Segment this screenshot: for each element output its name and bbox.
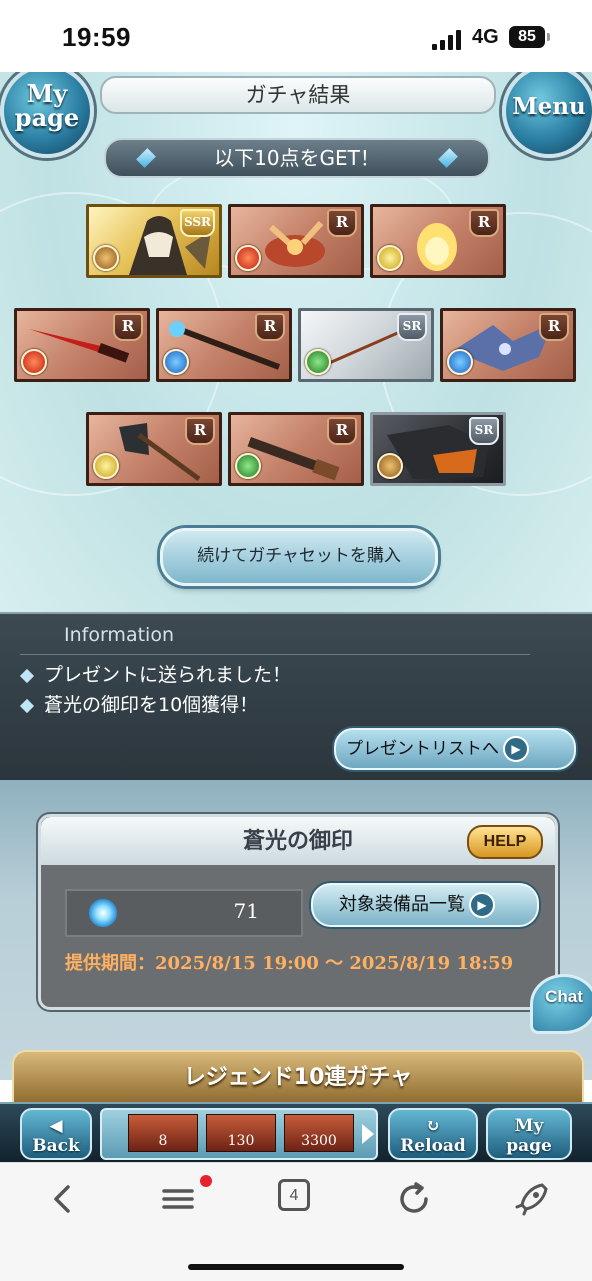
water-element-icon xyxy=(447,349,473,375)
seal-star-icon xyxy=(89,899,117,927)
chevron-right-icon[interactable] xyxy=(362,1124,374,1144)
signal-icon xyxy=(432,30,462,50)
rarity-badge: R xyxy=(255,313,285,341)
reload-icon: ↻ xyxy=(425,1116,441,1136)
wind-element-icon xyxy=(235,453,261,479)
back-button[interactable]: ◀ Back xyxy=(20,1108,92,1160)
earth-element-icon xyxy=(377,453,403,479)
gacha-result-panel: ガチャ結果 My page Menu 以下10点をGET！ SSR R R R … xyxy=(0,72,592,612)
result-item[interactable]: SSR xyxy=(86,204,222,278)
mypage-nav-button[interactable]: My page xyxy=(486,1108,572,1160)
legend-gacha-banner[interactable]: レジェンド10連ガチャ xyxy=(12,1050,584,1106)
info-message: プレゼントに送られました！ xyxy=(19,660,292,687)
rarity-badge: R xyxy=(185,417,215,445)
info-message-text: プレゼントに送られました！ xyxy=(44,664,292,686)
present-list-label: プレゼントリストへ xyxy=(346,739,499,759)
back-arrow-icon: ◀ xyxy=(49,1116,63,1136)
item-count: 3300 xyxy=(301,1133,337,1149)
chat-button[interactable]: Chat xyxy=(530,974,592,1034)
rarity-badge: SR xyxy=(397,313,427,341)
offer-period: 提供期間：2025/8/15 19:00 〜 2025/8/19 18:59 xyxy=(65,953,514,974)
rarity-badge: R xyxy=(539,313,569,341)
rarity-badge: R xyxy=(113,313,143,341)
fire-element-icon xyxy=(235,245,261,271)
result-item[interactable]: R xyxy=(370,204,506,278)
information-title: Information xyxy=(64,624,174,646)
rarity-badge: SR xyxy=(469,417,499,445)
get-banner: 以下10点をGET！ xyxy=(104,138,490,178)
page-title: ガチャ結果 xyxy=(100,76,496,114)
arrow-right-icon: ▶ xyxy=(469,892,495,918)
information-panel: Information プレゼントに送られました！ 蒼光の御印を10個獲得！ プ… xyxy=(0,612,592,782)
equipment-list-label: 対象装備品一覧 xyxy=(339,894,465,915)
fire-element-icon xyxy=(21,349,47,375)
info-message-text: 蒼光の御印を10個獲得！ xyxy=(44,694,259,716)
present-list-button[interactable]: プレゼントリストへ ▶ xyxy=(334,728,576,770)
tabs-button[interactable]: 4 xyxy=(278,1179,310,1211)
light-element-icon xyxy=(93,453,119,479)
result-item[interactable]: R xyxy=(440,308,576,382)
mypage-label-2: page xyxy=(14,103,80,132)
rarity-badge: R xyxy=(327,417,357,445)
mypage-nav-label-1: My xyxy=(514,1116,544,1136)
back-icon[interactable] xyxy=(44,1179,84,1219)
seal-section: 蒼光の御印 HELP 71 対象装備品一覧 ▶ 提供期間：2025/8/15 19… xyxy=(0,780,592,1080)
clock: 19:59 xyxy=(62,22,131,52)
result-item[interactable]: SR xyxy=(298,308,434,382)
back-label: Back xyxy=(32,1136,80,1156)
reload-label: Reload xyxy=(400,1136,466,1156)
menu-icon[interactable] xyxy=(158,1179,198,1219)
item-slot[interactable]: 130 xyxy=(206,1114,276,1152)
arrow-right-icon: ▶ xyxy=(503,736,529,762)
mypage-nav-label-2: page xyxy=(506,1136,552,1156)
result-item[interactable]: SR xyxy=(370,412,506,486)
diamond-icon xyxy=(19,668,35,683)
network-type: 4G xyxy=(472,26,499,48)
status-bar: 19:59 4G 85 xyxy=(0,0,592,72)
mypage-button[interactable]: My page xyxy=(0,72,94,158)
notification-dot xyxy=(200,1175,212,1187)
legend-banner-text: レジェンド10連ガチャ xyxy=(183,1065,413,1090)
rarity-badge: R xyxy=(327,209,357,237)
help-button[interactable]: HELP xyxy=(467,825,543,859)
result-item[interactable]: R xyxy=(14,308,150,382)
reload-button[interactable]: ↻ Reload xyxy=(388,1108,478,1160)
water-element-icon xyxy=(163,349,189,375)
info-message: 蒼光の御印を10個獲得！ xyxy=(19,690,259,717)
earth-element-icon xyxy=(93,245,119,271)
result-item[interactable]: R xyxy=(156,308,292,382)
diamond-icon xyxy=(136,148,156,168)
seal-box: 蒼光の御印 HELP 71 対象装備品一覧 ▶ 提供期間：2025/8/15 19… xyxy=(38,814,558,1010)
battery-icon: 85 xyxy=(509,26,550,48)
seal-count-box: 71 xyxy=(65,889,303,937)
divider xyxy=(20,654,530,655)
item-count: 8 xyxy=(158,1133,168,1149)
seal-count: 71 xyxy=(233,899,259,923)
result-item[interactable]: R xyxy=(86,412,222,486)
item-strip: 8 130 3300 xyxy=(100,1108,378,1160)
equipment-list-button[interactable]: 対象装備品一覧 ▶ xyxy=(311,883,539,927)
result-item[interactable]: R xyxy=(228,204,364,278)
buy-again-button[interactable]: 続けてガチャセットを購入 xyxy=(160,528,438,586)
diamond-icon xyxy=(19,698,35,713)
diamond-icon xyxy=(438,148,458,168)
light-element-icon xyxy=(377,245,403,271)
get-text: 以下10点をGET！ xyxy=(214,146,380,170)
rarity-badge: SSR xyxy=(179,209,215,237)
game-bottom-nav: ◀ Back 8 130 3300 ↻ Reload My page xyxy=(0,1102,592,1162)
rarity-badge: R xyxy=(469,209,499,237)
item-slot[interactable]: 3300 xyxy=(284,1114,354,1152)
item-slot[interactable]: 8 xyxy=(128,1114,198,1152)
menu-label: Menu xyxy=(512,93,586,120)
wind-element-icon xyxy=(305,349,331,375)
menu-button[interactable]: Menu xyxy=(502,72,592,158)
home-indicator xyxy=(188,1264,404,1270)
result-item[interactable]: R xyxy=(228,412,364,486)
game-view: ガチャ結果 My page Menu 以下10点をGET！ SSR R R R … xyxy=(0,72,592,1162)
rocket-icon[interactable] xyxy=(512,1179,552,1219)
item-count: 130 xyxy=(227,1133,255,1149)
refresh-icon[interactable] xyxy=(394,1179,434,1219)
